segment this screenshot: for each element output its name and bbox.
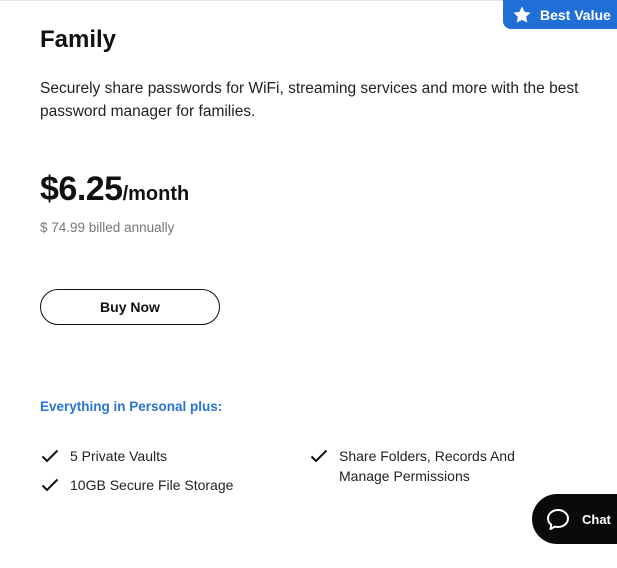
feature-item: Share Folders, Records And Manage Permis… bbox=[310, 446, 530, 486]
best-value-badge: Best Value bbox=[503, 0, 617, 29]
feature-item: 5 Private Vaults bbox=[41, 446, 167, 466]
feature-item: 10GB Secure File Storage bbox=[41, 475, 233, 495]
chat-button[interactable]: Chat bbox=[532, 494, 617, 544]
buy-now-button[interactable]: Buy Now bbox=[40, 289, 220, 325]
feature-label: 5 Private Vaults bbox=[70, 448, 168, 464]
price-period: /month bbox=[122, 183, 190, 205]
plan-title: Family bbox=[40, 26, 117, 53]
check-icon bbox=[310, 449, 328, 463]
chat-bubble-icon bbox=[547, 509, 569, 530]
chat-label: Chat bbox=[582, 511, 611, 527]
price: $6.25 /month bbox=[40, 170, 189, 209]
star-icon bbox=[513, 6, 531, 23]
check-icon bbox=[41, 478, 59, 492]
pricing-card: Best Value Family Securely share passwor… bbox=[0, 0, 617, 568]
badge-label: Best Value bbox=[540, 6, 611, 23]
check-icon bbox=[41, 449, 59, 463]
feature-label: 10GB Secure File Storage bbox=[70, 477, 234, 493]
feature-label: Share Folders, Records And Manage Permis… bbox=[339, 448, 515, 484]
billed-annually-text: $ 74.99 billed annually bbox=[40, 220, 175, 235]
plan-description: Securely share passwords for WiFi, strea… bbox=[40, 80, 579, 120]
price-amount: $6.25 bbox=[40, 170, 123, 208]
features-heading: Everything in Personal plus: bbox=[40, 399, 223, 414]
